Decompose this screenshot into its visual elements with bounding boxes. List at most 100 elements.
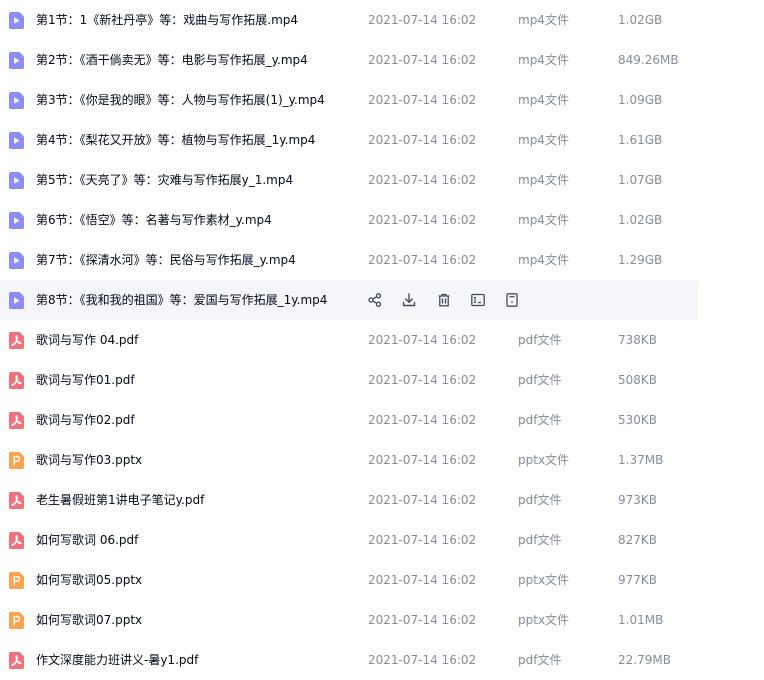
file-type: mp4文件: [518, 213, 569, 227]
file-row[interactable]: 作文深度能力班讲义-暑y1.pdf 2021-07-14 16:02 pdf文件 22…: [0, 640, 764, 680]
rename-icon[interactable]: [470, 292, 486, 308]
file-size: 849.26MB: [618, 53, 679, 67]
file-name[interactable]: 歌词与写作 04.pdf: [36, 320, 138, 360]
file-row[interactable]: 如何写歌词07.pptx 2021-07-14 16:02 pptx文件 1.01MB: [0, 600, 764, 640]
file-row[interactable]: 第2节：《酒干倘卖无》等：电影与写作拓展_y.mp4 2021-07-14 16:…: [0, 40, 764, 80]
video-file-icon: [9, 172, 24, 189]
file-row[interactable]: 歌词与写作03.pptx 2021-07-14 16:02 pptx文件 1.37MB: [0, 440, 764, 480]
file-row[interactable]: 歌词与写作01.pdf 2021-07-14 16:02 pdf文件 508KB: [0, 360, 764, 400]
file-name[interactable]: 作文深度能力班讲义-暑y1.pdf: [36, 640, 198, 680]
file-type: mp4文件: [518, 173, 569, 187]
file-date: 2021-07-14 16:02: [368, 53, 477, 67]
download-icon[interactable]: [401, 292, 417, 308]
pptx-file-icon: [9, 452, 24, 469]
pdf-file-icon: [9, 372, 24, 389]
file-size: 1.09GB: [618, 93, 663, 107]
file-name[interactable]: 第8节：《我和我的祖国》等：爱国与写作拓展_1y.mp4: [36, 280, 327, 320]
file-row[interactable]: 歌词与写作02.pdf 2021-07-14 16:02 pdf文件 530KB: [0, 400, 764, 440]
file-date: 2021-07-14 16:02: [368, 373, 477, 387]
file-size: 1.07GB: [618, 173, 663, 187]
file-type: mp4文件: [518, 253, 569, 267]
file-row[interactable]: 第5节：《天亮了》等：灾难与写作拓展y_1.mp4 2021-07-14 16:0…: [0, 160, 764, 200]
file-size: 1.02GB: [618, 13, 663, 27]
file-type: mp4文件: [518, 133, 569, 147]
file-name[interactable]: 如何写歌词05.pptx: [36, 560, 142, 600]
file-date: 2021-07-14 16:02: [368, 173, 477, 187]
pptx-file-icon: [9, 572, 24, 589]
file-type: mp4文件: [518, 93, 569, 107]
file-type: pptx文件: [518, 573, 570, 587]
video-file-icon: [9, 132, 24, 149]
file-row[interactable]: 第7节：《探清水河》等：民俗与写作拓展_y.mp4 2021-07-14 16:0…: [0, 240, 764, 280]
file-name[interactable]: 第2节：《酒干倘卖无》等：电影与写作拓展_y.mp4: [36, 40, 308, 80]
file-date: 2021-07-14 16:02: [368, 453, 477, 467]
pdf-file-icon: [9, 652, 24, 669]
file-name[interactable]: 老生暑假班第1讲电子笔记y.pdf: [36, 480, 204, 520]
file-row[interactable]: 第8节：《我和我的祖国》等：爱国与写作拓展_1y.mp4: [0, 280, 698, 320]
file-type: pdf文件: [518, 413, 562, 427]
file-type: pdf文件: [518, 653, 562, 667]
file-date: 2021-07-14 16:02: [368, 253, 477, 267]
video-file-icon: [9, 52, 24, 69]
file-name[interactable]: 歌词与写作02.pdf: [36, 400, 135, 440]
file-type: pdf文件: [518, 493, 562, 507]
file-size: 22.79MB: [618, 653, 671, 667]
file-size: 1.01MB: [618, 613, 664, 627]
file-size: 530KB: [618, 413, 658, 427]
video-file-icon: [9, 252, 24, 269]
file-name[interactable]: 如何写歌词 06.pdf: [36, 520, 138, 560]
file-row[interactable]: 第6节：《悟空》等：名著与写作素材_y.mp4 2021-07-14 16:02 m…: [0, 200, 764, 240]
file-date: 2021-07-14 16:02: [368, 413, 477, 427]
pdf-file-icon: [9, 412, 24, 429]
file-date: 2021-07-14 16:02: [368, 573, 477, 587]
delete-icon[interactable]: [436, 292, 452, 308]
file-name[interactable]: 第1节：1《新社丹亭》等：戏曲与写作拓展.mp4: [36, 0, 298, 40]
file-date: 2021-07-14 16:02: [368, 653, 477, 667]
more-icon[interactable]: [504, 292, 520, 308]
file-row[interactable]: 第3节：《你是我的眼》等：人物与写作拓展(1)_y.mp4 2021-07-14 …: [0, 80, 764, 120]
file-row[interactable]: 歌词与写作 04.pdf 2021-07-14 16:02 pdf文件 738KB: [0, 320, 764, 360]
video-file-icon: [9, 212, 24, 229]
file-type: mp4文件: [518, 53, 569, 67]
file-size: 973KB: [618, 493, 658, 507]
pptx-file-icon: [9, 612, 24, 629]
file-date: 2021-07-14 16:02: [368, 333, 477, 347]
file-name[interactable]: 第7节：《探清水河》等：民俗与写作拓展_y.mp4: [36, 240, 296, 280]
file-name[interactable]: 如何写歌词07.pptx: [36, 600, 142, 640]
video-file-icon: [9, 292, 24, 309]
file-date: 2021-07-14 16:02: [368, 13, 477, 27]
file-size: 977KB: [618, 573, 658, 587]
file-name[interactable]: 第4节：《梨花又开放》等：植物与写作拓展_1y.mp4: [36, 120, 315, 160]
file-date: 2021-07-14 16:02: [368, 613, 477, 627]
file-date: 2021-07-14 16:02: [368, 493, 477, 507]
file-date: 2021-07-14 16:02: [368, 533, 477, 547]
file-size: 827KB: [618, 533, 658, 547]
file-date: 2021-07-14 16:02: [368, 93, 477, 107]
file-name[interactable]: 歌词与写作01.pdf: [36, 360, 135, 400]
pdf-file-icon: [9, 492, 24, 509]
file-name[interactable]: 歌词与写作03.pptx: [36, 440, 142, 480]
share-icon[interactable]: [367, 292, 383, 308]
file-size: 508KB: [618, 373, 658, 387]
file-row[interactable]: 如何写歌词 06.pdf 2021-07-14 16:02 pdf文件 827KB: [0, 520, 764, 560]
file-row[interactable]: 老生暑假班第1讲电子笔记y.pdf 2021-07-14 16:02 pdf文件 97…: [0, 480, 764, 520]
file-name[interactable]: 第3节：《你是我的眼》等：人物与写作拓展(1)_y.mp4: [36, 80, 325, 120]
file-size: 1.61GB: [618, 133, 663, 147]
file-size: 1.02GB: [618, 213, 663, 227]
file-type: pdf文件: [518, 373, 562, 387]
file-date: 2021-07-14 16:02: [368, 133, 477, 147]
file-type: pdf文件: [518, 333, 562, 347]
file-list: 第1节：1《新社丹亭》等：戏曲与写作拓展.mp4 2021-07-14 16:02…: [0, 0, 764, 680]
file-type: mp4文件: [518, 13, 569, 27]
video-file-icon: [9, 92, 24, 109]
file-type: pptx文件: [518, 453, 570, 467]
file-date: 2021-07-14 16:02: [368, 213, 477, 227]
file-type: pptx文件: [518, 613, 570, 627]
file-name[interactable]: 第5节：《天亮了》等：灾难与写作拓展y_1.mp4: [36, 160, 293, 200]
file-row[interactable]: 第4节：《梨花又开放》等：植物与写作拓展_1y.mp4 2021-07-14 16…: [0, 120, 764, 160]
file-type: pdf文件: [518, 533, 562, 547]
file-name[interactable]: 第6节：《悟空》等：名著与写作素材_y.mp4: [36, 200, 272, 240]
file-size: 738KB: [618, 333, 658, 347]
file-row[interactable]: 如何写歌词05.pptx 2021-07-14 16:02 pptx文件 977KB: [0, 560, 764, 600]
file-row[interactable]: 第1节：1《新社丹亭》等：戏曲与写作拓展.mp4 2021-07-14 16:02…: [0, 0, 764, 40]
